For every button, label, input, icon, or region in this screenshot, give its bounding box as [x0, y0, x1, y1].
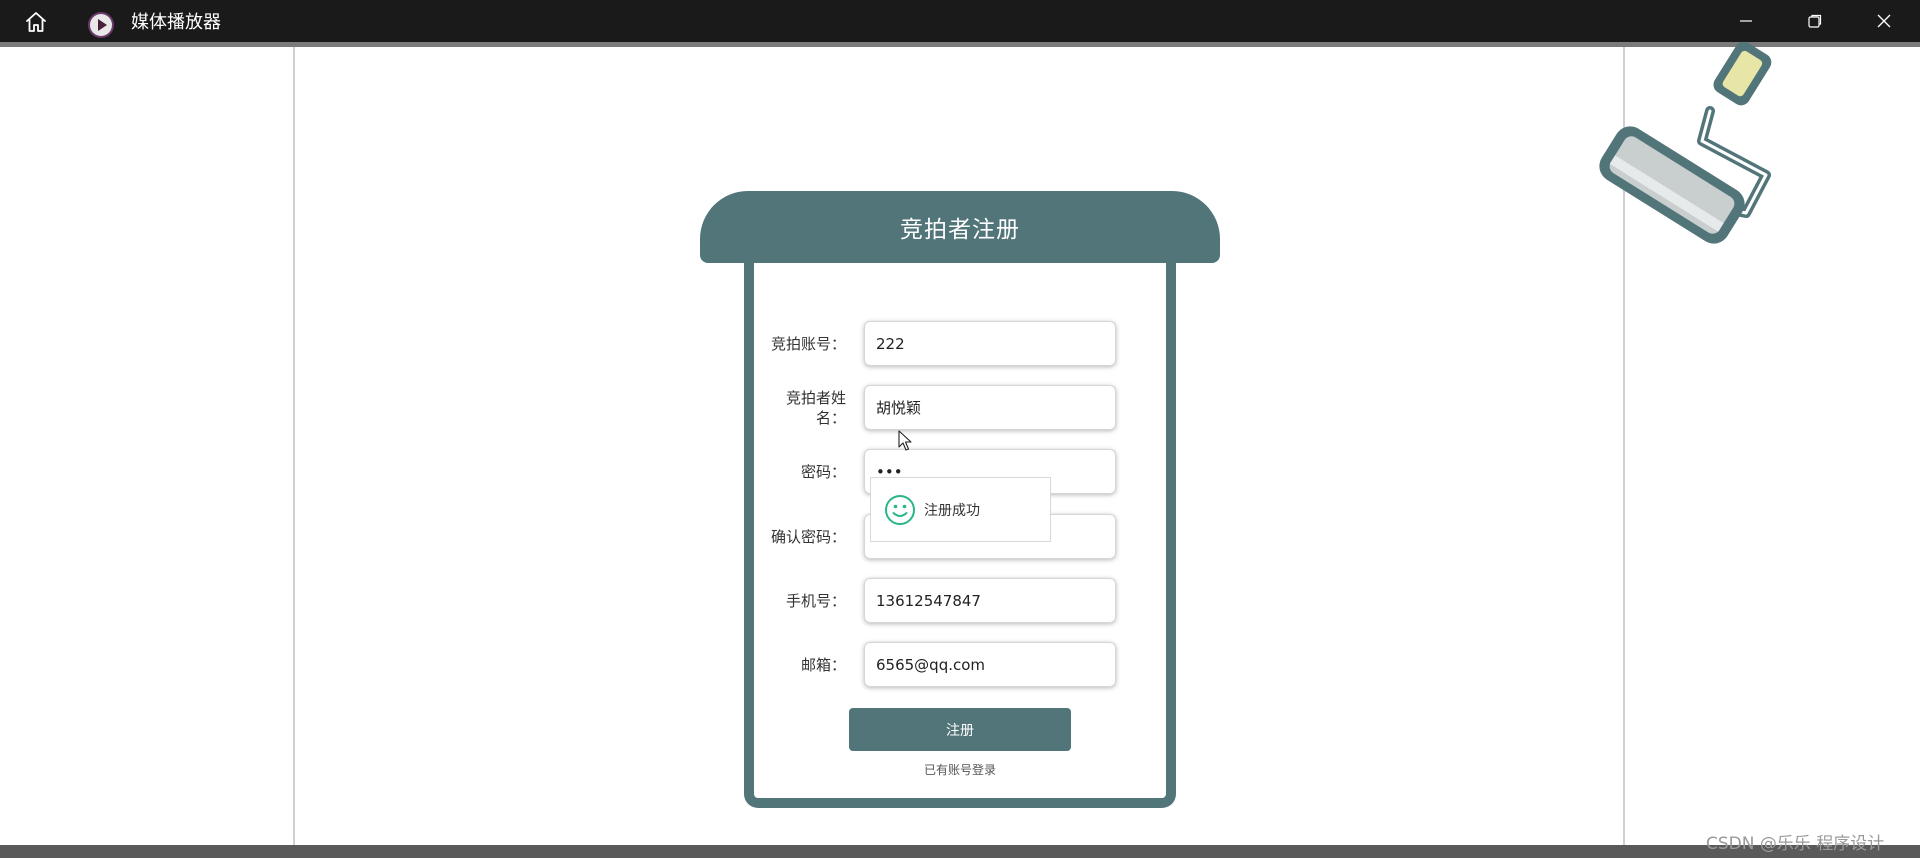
name-label-line1: 竞拍者姓: [785, 389, 846, 407]
login-link[interactable]: 已有账号登录: [860, 761, 1060, 778]
phone-label: 手机号：: [785, 592, 846, 610]
name-label-line2: 名：: [815, 409, 846, 427]
restore-button[interactable]: [1785, 0, 1845, 42]
email-input[interactable]: [876, 655, 1104, 674]
restore-icon: [1808, 14, 1822, 28]
content-border-left: [293, 47, 295, 845]
play-icon: [88, 12, 114, 38]
email-field[interactable]: [864, 642, 1116, 687]
bottom-bar: [0, 845, 1920, 858]
register-title: 竞拍者注册: [900, 217, 1020, 243]
name-label: 竞拍者姓 名：: [756, 388, 846, 428]
paint-roller-icon: [1599, 41, 1772, 244]
account-field[interactable]: [864, 321, 1116, 366]
phone-input[interactable]: [876, 591, 1104, 610]
password-label: 密码：: [800, 463, 846, 481]
smile-icon: [885, 494, 915, 525]
register-button[interactable]: 注册: [849, 708, 1071, 751]
home-icon: [26, 12, 46, 32]
minimize-button[interactable]: [1716, 0, 1776, 42]
phone-field[interactable]: [864, 578, 1116, 623]
watermark: CSDN @乐乐 程序设计: [1706, 834, 1885, 854]
toast-message: 注册成功: [924, 502, 980, 519]
success-toast: 注册成功: [870, 477, 1051, 542]
confirm-password-label: 确认密码：: [770, 528, 846, 546]
account-input[interactable]: [876, 334, 1104, 353]
name-input[interactable]: [876, 398, 1104, 417]
mouse-cursor-icon: [898, 430, 912, 451]
close-button[interactable]: [1854, 0, 1914, 42]
title-bar: 媒体播放器: [0, 0, 1920, 42]
minimize-icon: [1740, 20, 1752, 22]
window-title: 媒体播放器: [131, 12, 221, 33]
register-card-header: 竞拍者注册: [700, 191, 1220, 263]
name-field[interactable]: [864, 385, 1116, 430]
close-icon: [1877, 14, 1891, 28]
email-label: 邮箱：: [800, 656, 846, 674]
account-label: 竞拍账号：: [770, 335, 846, 353]
home-button[interactable]: [18, 7, 54, 37]
